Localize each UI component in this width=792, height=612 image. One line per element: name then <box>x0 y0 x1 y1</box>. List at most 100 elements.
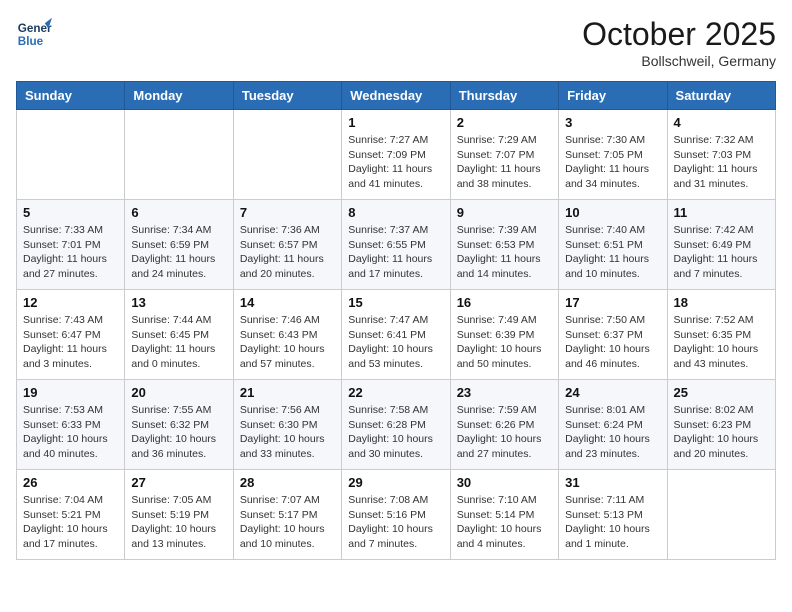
day-info: Sunrise: 7:08 AM Sunset: 5:16 PM Dayligh… <box>348 493 443 552</box>
calendar-cell: 27 Sunrise: 7:05 AM Sunset: 5:19 PM Dayli… <box>125 470 233 560</box>
calendar-cell: 24 Sunrise: 8:01 AM Sunset: 6:24 PM Dayli… <box>559 380 667 470</box>
calendar-cell: 25 Sunrise: 8:02 AM Sunset: 6:23 PM Dayli… <box>667 380 775 470</box>
calendar-cell: 28 Sunrise: 7:07 AM Sunset: 5:17 PM Dayli… <box>233 470 341 560</box>
day-info: Sunrise: 7:37 AM Sunset: 6:55 PM Dayligh… <box>348 223 443 282</box>
day-number: 4 <box>674 115 769 130</box>
day-info: Sunrise: 7:33 AM Sunset: 7:01 PM Dayligh… <box>23 223 118 282</box>
calendar-cell: 22Sunrise: 7:58 AM Sunset: 6:28 PM Dayli… <box>342 380 450 470</box>
day-info: Sunrise: 7:07 AM Sunset: 5:17 PM Dayligh… <box>240 493 335 552</box>
day-number: 22 <box>348 385 443 400</box>
location: Bollschweil, Germany <box>582 53 776 69</box>
day-number: 2 <box>457 115 552 130</box>
day-number: 18 <box>674 295 769 310</box>
day-number: 21 <box>240 385 335 400</box>
calendar-cell: 8Sunrise: 7:37 AM Sunset: 6:55 PM Daylig… <box>342 200 450 290</box>
calendar-cell: 7 Sunrise: 7:36 AM Sunset: 6:57 PM Daylig… <box>233 200 341 290</box>
day-info: Sunrise: 8:01 AM Sunset: 6:24 PM Dayligh… <box>565 403 660 462</box>
day-number: 1 <box>348 115 443 130</box>
day-number: 16 <box>457 295 552 310</box>
day-info: Sunrise: 7:42 AM Sunset: 6:49 PM Dayligh… <box>674 223 769 282</box>
calendar-cell: 18 Sunrise: 7:52 AM Sunset: 6:35 PM Dayli… <box>667 290 775 380</box>
calendar-cell: 20 Sunrise: 7:55 AM Sunset: 6:32 PM Dayli… <box>125 380 233 470</box>
calendar-cell: 16Sunrise: 7:49 AM Sunset: 6:39 PM Dayli… <box>450 290 558 380</box>
day-number: 31 <box>565 475 660 490</box>
logo: General Blue <box>16 16 52 52</box>
weekday-header-thursday: Thursday <box>450 82 558 110</box>
weekday-header-monday: Monday <box>125 82 233 110</box>
calendar-cell: 30 Sunrise: 7:10 AM Sunset: 5:14 PM Dayli… <box>450 470 558 560</box>
day-number: 11 <box>674 205 769 220</box>
day-info: Sunrise: 7:43 AM Sunset: 6:47 PM Dayligh… <box>23 313 118 372</box>
day-number: 5 <box>23 205 118 220</box>
weekday-header-sunday: Sunday <box>17 82 125 110</box>
month-title: October 2025 <box>582 16 776 53</box>
day-number: 19 <box>23 385 118 400</box>
day-number: 25 <box>674 385 769 400</box>
day-info: Sunrise: 7:36 AM Sunset: 6:57 PM Dayligh… <box>240 223 335 282</box>
calendar-cell <box>667 470 775 560</box>
calendar-cell <box>125 110 233 200</box>
day-number: 30 <box>457 475 552 490</box>
week-row-5: 26 Sunrise: 7:04 AM Sunset: 5:21 PM Dayli… <box>17 470 776 560</box>
calendar-cell: 3 Sunrise: 7:30 AM Sunset: 7:05 PM Daylig… <box>559 110 667 200</box>
week-row-2: 5 Sunrise: 7:33 AM Sunset: 7:01 PM Daylig… <box>17 200 776 290</box>
week-row-4: 19Sunrise: 7:53 AM Sunset: 6:33 PM Dayli… <box>17 380 776 470</box>
week-row-1: 1 Sunrise: 7:27 AM Sunset: 7:09 PM Daylig… <box>17 110 776 200</box>
day-info: Sunrise: 8:02 AM Sunset: 6:23 PM Dayligh… <box>674 403 769 462</box>
day-info: Sunrise: 7:59 AM Sunset: 6:26 PM Dayligh… <box>457 403 552 462</box>
logo-icon: General Blue <box>16 16 52 52</box>
calendar-cell: 2 Sunrise: 7:29 AM Sunset: 7:07 PM Daylig… <box>450 110 558 200</box>
day-info: Sunrise: 7:32 AM Sunset: 7:03 PM Dayligh… <box>674 133 769 192</box>
calendar-cell: 13Sunrise: 7:44 AM Sunset: 6:45 PM Dayli… <box>125 290 233 380</box>
weekday-header-saturday: Saturday <box>667 82 775 110</box>
week-row-3: 12Sunrise: 7:43 AM Sunset: 6:47 PM Dayli… <box>17 290 776 380</box>
calendar-cell: 10 Sunrise: 7:40 AM Sunset: 6:51 PM Dayli… <box>559 200 667 290</box>
calendar-cell: 5 Sunrise: 7:33 AM Sunset: 7:01 PM Daylig… <box>17 200 125 290</box>
day-info: Sunrise: 7:47 AM Sunset: 6:41 PM Dayligh… <box>348 313 443 372</box>
day-number: 3 <box>565 115 660 130</box>
calendar-cell: 11 Sunrise: 7:42 AM Sunset: 6:49 PM Dayli… <box>667 200 775 290</box>
day-number: 10 <box>565 205 660 220</box>
calendar-cell: 4 Sunrise: 7:32 AM Sunset: 7:03 PM Daylig… <box>667 110 775 200</box>
day-number: 24 <box>565 385 660 400</box>
calendar-header-row: SundayMondayTuesdayWednesdayThursdayFrid… <box>17 82 776 110</box>
calendar-cell: 9 Sunrise: 7:39 AM Sunset: 6:53 PM Daylig… <box>450 200 558 290</box>
calendar-body: 1 Sunrise: 7:27 AM Sunset: 7:09 PM Daylig… <box>17 110 776 560</box>
day-number: 13 <box>131 295 226 310</box>
day-info: Sunrise: 7:30 AM Sunset: 7:05 PM Dayligh… <box>565 133 660 192</box>
weekday-header-friday: Friday <box>559 82 667 110</box>
day-info: Sunrise: 7:05 AM Sunset: 5:19 PM Dayligh… <box>131 493 226 552</box>
calendar-cell <box>17 110 125 200</box>
weekday-header-wednesday: Wednesday <box>342 82 450 110</box>
day-number: 6 <box>131 205 226 220</box>
calendar-cell: 12Sunrise: 7:43 AM Sunset: 6:47 PM Dayli… <box>17 290 125 380</box>
calendar-cell: 31 Sunrise: 7:11 AM Sunset: 5:13 PM Dayli… <box>559 470 667 560</box>
day-info: Sunrise: 7:50 AM Sunset: 6:37 PM Dayligh… <box>565 313 660 372</box>
day-info: Sunrise: 7:29 AM Sunset: 7:07 PM Dayligh… <box>457 133 552 192</box>
day-info: Sunrise: 7:10 AM Sunset: 5:14 PM Dayligh… <box>457 493 552 552</box>
day-number: 23 <box>457 385 552 400</box>
day-info: Sunrise: 7:11 AM Sunset: 5:13 PM Dayligh… <box>565 493 660 552</box>
calendar-cell: 15 Sunrise: 7:47 AM Sunset: 6:41 PM Dayli… <box>342 290 450 380</box>
day-info: Sunrise: 7:46 AM Sunset: 6:43 PM Dayligh… <box>240 313 335 372</box>
day-number: 7 <box>240 205 335 220</box>
day-info: Sunrise: 7:04 AM Sunset: 5:21 PM Dayligh… <box>23 493 118 552</box>
weekday-header-tuesday: Tuesday <box>233 82 341 110</box>
day-number: 15 <box>348 295 443 310</box>
day-number: 17 <box>565 295 660 310</box>
calendar-cell: 26 Sunrise: 7:04 AM Sunset: 5:21 PM Dayli… <box>17 470 125 560</box>
day-number: 9 <box>457 205 552 220</box>
day-info: Sunrise: 7:39 AM Sunset: 6:53 PM Dayligh… <box>457 223 552 282</box>
day-info: Sunrise: 7:27 AM Sunset: 7:09 PM Dayligh… <box>348 133 443 192</box>
day-info: Sunrise: 7:56 AM Sunset: 6:30 PM Dayligh… <box>240 403 335 462</box>
day-number: 27 <box>131 475 226 490</box>
day-info: Sunrise: 7:34 AM Sunset: 6:59 PM Dayligh… <box>131 223 226 282</box>
day-number: 20 <box>131 385 226 400</box>
day-number: 14 <box>240 295 335 310</box>
day-info: Sunrise: 7:40 AM Sunset: 6:51 PM Dayligh… <box>565 223 660 282</box>
day-info: Sunrise: 7:55 AM Sunset: 6:32 PM Dayligh… <box>131 403 226 462</box>
day-number: 26 <box>23 475 118 490</box>
calendar-cell: 21 Sunrise: 7:56 AM Sunset: 6:30 PM Dayli… <box>233 380 341 470</box>
day-info: Sunrise: 7:52 AM Sunset: 6:35 PM Dayligh… <box>674 313 769 372</box>
day-number: 28 <box>240 475 335 490</box>
